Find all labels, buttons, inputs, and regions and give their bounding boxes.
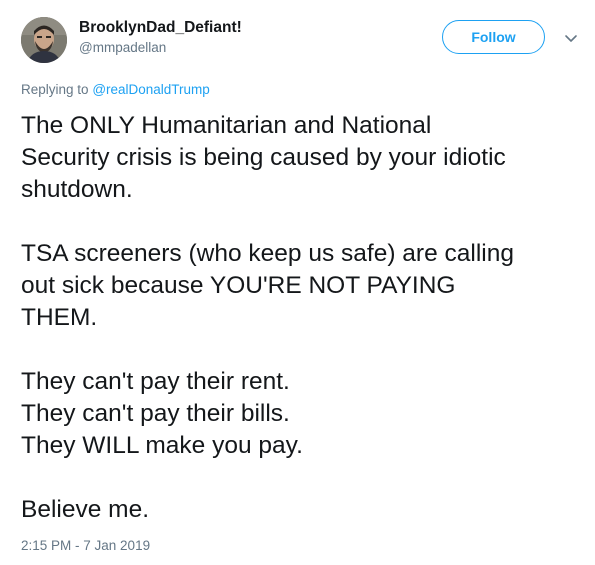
tweet-card: BrooklynDad_Defiant! @mmpadellan Follow … [0,0,595,565]
tweet-text: The ONLY Humanitarian and National Secur… [21,110,581,526]
reply-prefix: Replying to [21,82,89,97]
tweet-timestamp[interactable]: 2:15 PM - 7 Jan 2019 [21,538,150,553]
tweet-paragraph: They can't pay their rent. They can't pa… [21,366,581,462]
tweet-line: The ONLY Humanitarian and National [21,112,432,139]
tweet-line: Believe me. [21,496,150,523]
tweet-paragraph: Believe me. [21,494,581,526]
tweet-line: shutdown. [21,176,133,203]
tweet-line: They WILL make you pay. [21,432,303,459]
author-handle[interactable]: @mmpadellan [79,40,166,55]
avatar-image [21,17,67,63]
tweet-line: THEM. [21,304,98,331]
author-display-name[interactable]: BrooklynDad_Defiant! [79,19,242,37]
reply-mention-link[interactable]: @realDonaldTrump [92,82,210,97]
follow-button-label: Follow [471,29,516,45]
tweet-line: They can't pay their rent. [21,368,290,395]
tweet-paragraph: TSA screeners (who keep us safe) are cal… [21,238,581,334]
chevron-down-icon[interactable] [563,30,579,46]
follow-button[interactable]: Follow [442,20,545,54]
avatar[interactable] [21,17,67,63]
reply-context: Replying to @realDonaldTrump [21,82,210,97]
tweet-line: TSA screeners (who keep us safe) are cal… [21,240,514,267]
tweet-line: They can't pay their bills. [21,400,290,427]
tweet-line: out sick because YOU'RE NOT PAYING [21,272,456,299]
tweet-line: Security crisis is being caused by your … [21,144,506,171]
tweet-paragraph: The ONLY Humanitarian and National Secur… [21,110,581,206]
